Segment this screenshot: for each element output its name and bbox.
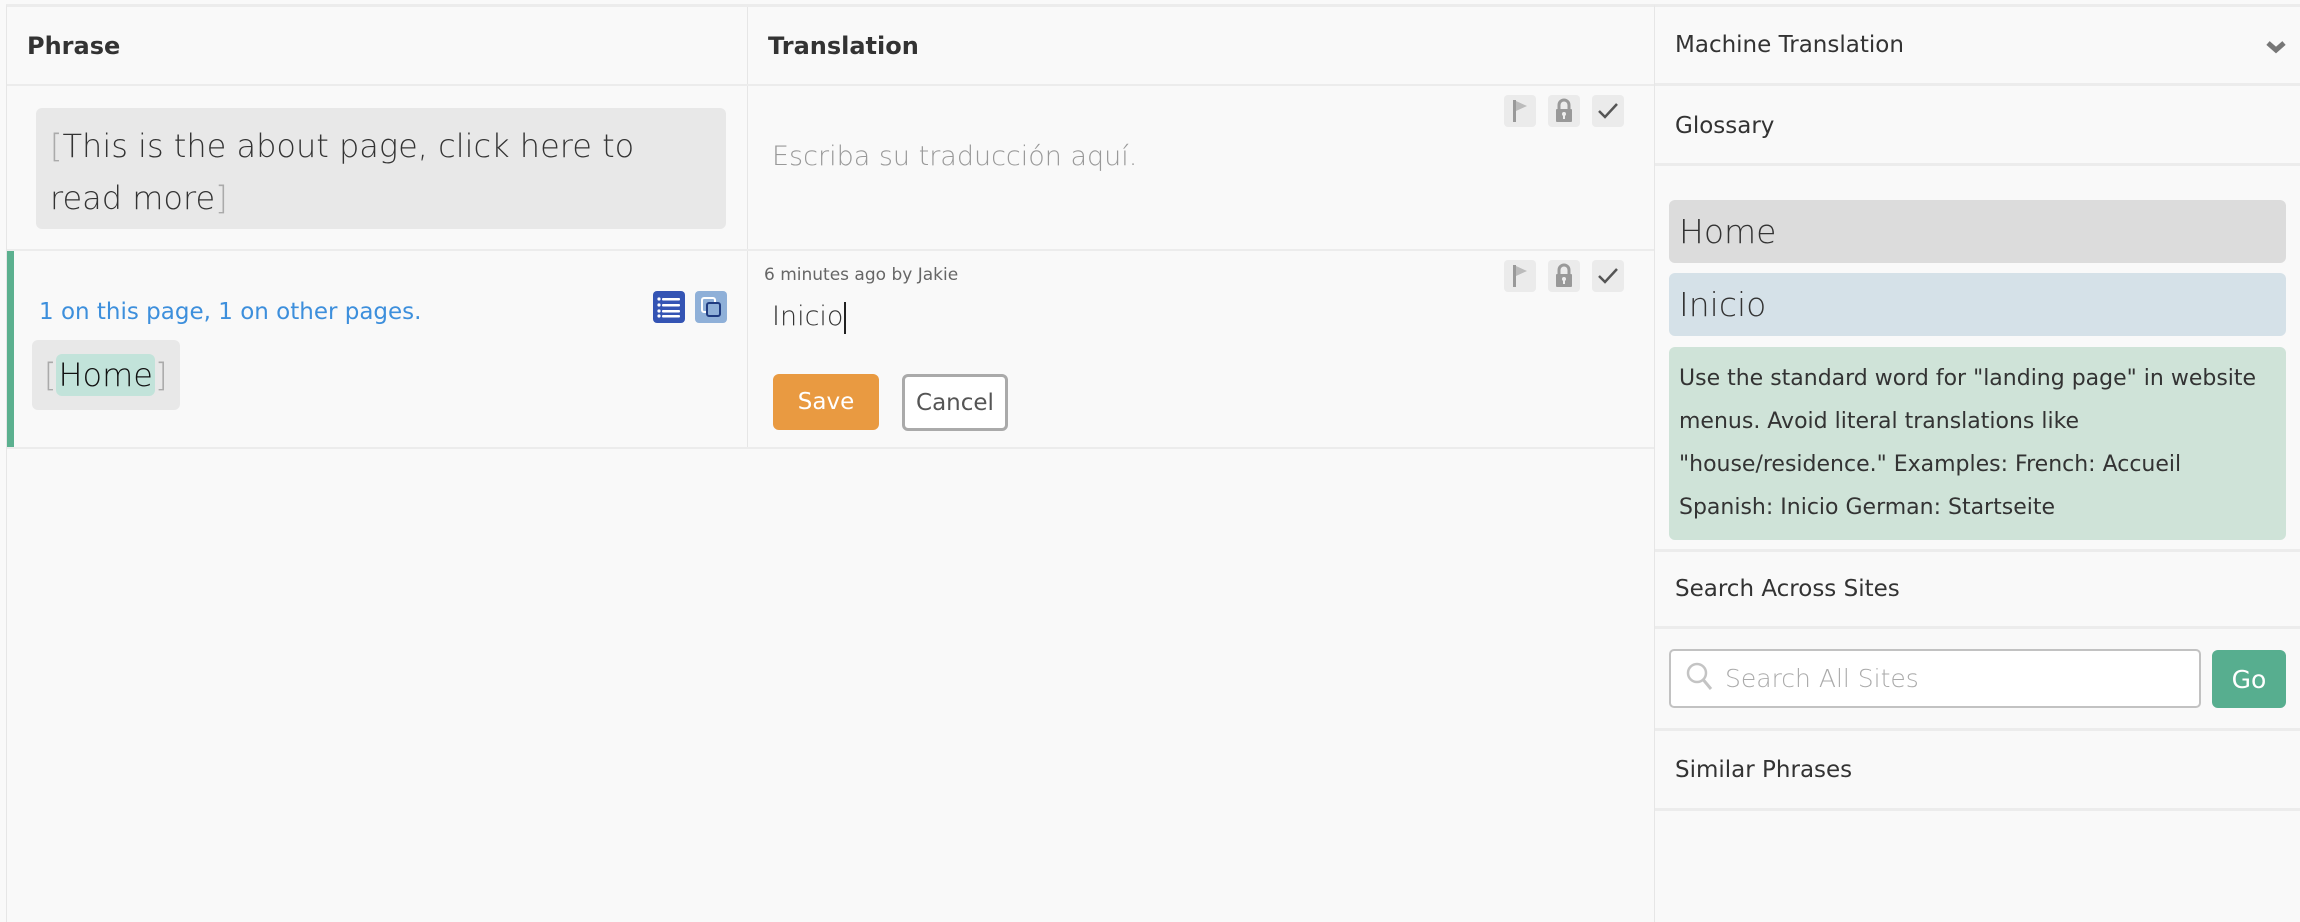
search-across-sites-section[interactable]: Search Across Sites [1655, 552, 2300, 629]
glossary-note: Use the standard word for "landing page"… [1669, 347, 2286, 540]
open-bracket: [ [44, 356, 57, 394]
glossary-section[interactable]: Glossary [1655, 88, 2300, 166]
chevron-down-icon[interactable] [2265, 35, 2287, 61]
glossary-source-term: Home [1669, 200, 2286, 263]
check-icon[interactable] [1592, 260, 1624, 292]
phrase-text[interactable]: [Home] [32, 340, 180, 410]
close-bracket: ] [215, 179, 228, 217]
search-icon [1685, 661, 1715, 697]
translation-cell[interactable]: Escriba su traducción aquí. [748, 86, 1655, 249]
text-caret [844, 301, 847, 334]
usage-link[interactable]: 1 on this page, 1 on other pages. [39, 299, 421, 325]
copy-icon[interactable] [695, 291, 727, 323]
lock-icon[interactable] [1548, 95, 1580, 127]
glossary-entry: Home Inicio Use the standard word for "l… [1655, 166, 2300, 552]
glossary-title: Glossary [1675, 112, 1775, 139]
open-bracket: [ [50, 127, 63, 165]
machine-translation-section[interactable]: Machine Translation [1655, 7, 2300, 86]
search-field[interactable] [1669, 649, 2201, 708]
check-icon[interactable] [1592, 95, 1624, 127]
flag-icon[interactable] [1504, 260, 1536, 292]
machine-translation-title: Machine Translation [1675, 32, 1904, 58]
table-header: Phrase Translation [7, 7, 1655, 86]
translation-actions [1504, 95, 1624, 127]
glossary-target-term[interactable]: Inicio [1669, 273, 2286, 336]
phrase-table: Phrase Translation [This is the about pa… [6, 4, 1655, 922]
phrase-cell[interactable]: [This is the about page, click here to r… [7, 86, 748, 249]
search-input[interactable] [1725, 664, 2185, 693]
similar-phrases-title: Similar Phrases [1675, 756, 1853, 783]
cancel-button[interactable]: Cancel [902, 374, 1008, 431]
header-phrase: Phrase [7, 7, 748, 84]
table-row[interactable]: [This is the about page, click here to r… [7, 86, 1655, 251]
save-button[interactable]: Save [773, 374, 879, 430]
close-bracket: ] [154, 356, 168, 394]
header-translation: Translation [748, 7, 1655, 84]
translation-placeholder[interactable]: Escriba su traducción aquí. [772, 141, 1137, 172]
flag-icon[interactable] [1504, 95, 1536, 127]
sidebar: Machine Translation Glossary Home Inicio… [1654, 4, 2300, 922]
phrase-cell[interactable]: 1 on this page, 1 on other pages. [Home] [7, 251, 748, 447]
search-across-sites-title: Search Across Sites [1675, 576, 1900, 602]
similar-phrases-section[interactable]: Similar Phrases [1655, 731, 2300, 811]
go-button[interactable]: Go [2212, 650, 2286, 708]
translation-cell-editing[interactable]: 6 minutes ago by Jakie Inicio Save Cance… [748, 251, 1655, 447]
search-form: Go [1655, 629, 2300, 731]
translation-meta: 6 minutes ago by Jakie [764, 265, 959, 285]
phrase-content-highlighted: Home [56, 354, 155, 396]
translation-value: Inicio [772, 301, 844, 332]
list-icon[interactable] [653, 291, 685, 323]
translation-input[interactable]: Inicio [772, 301, 1632, 334]
phrase-icons [653, 291, 727, 323]
table-row-active[interactable]: 1 on this page, 1 on other pages. [Home]… [7, 251, 1655, 449]
translation-actions [1504, 260, 1624, 292]
phrase-text[interactable]: [This is the about page, click here to r… [36, 108, 726, 229]
phrase-content: This is the about page, click here to re… [50, 127, 635, 217]
lock-icon[interactable] [1548, 260, 1580, 292]
